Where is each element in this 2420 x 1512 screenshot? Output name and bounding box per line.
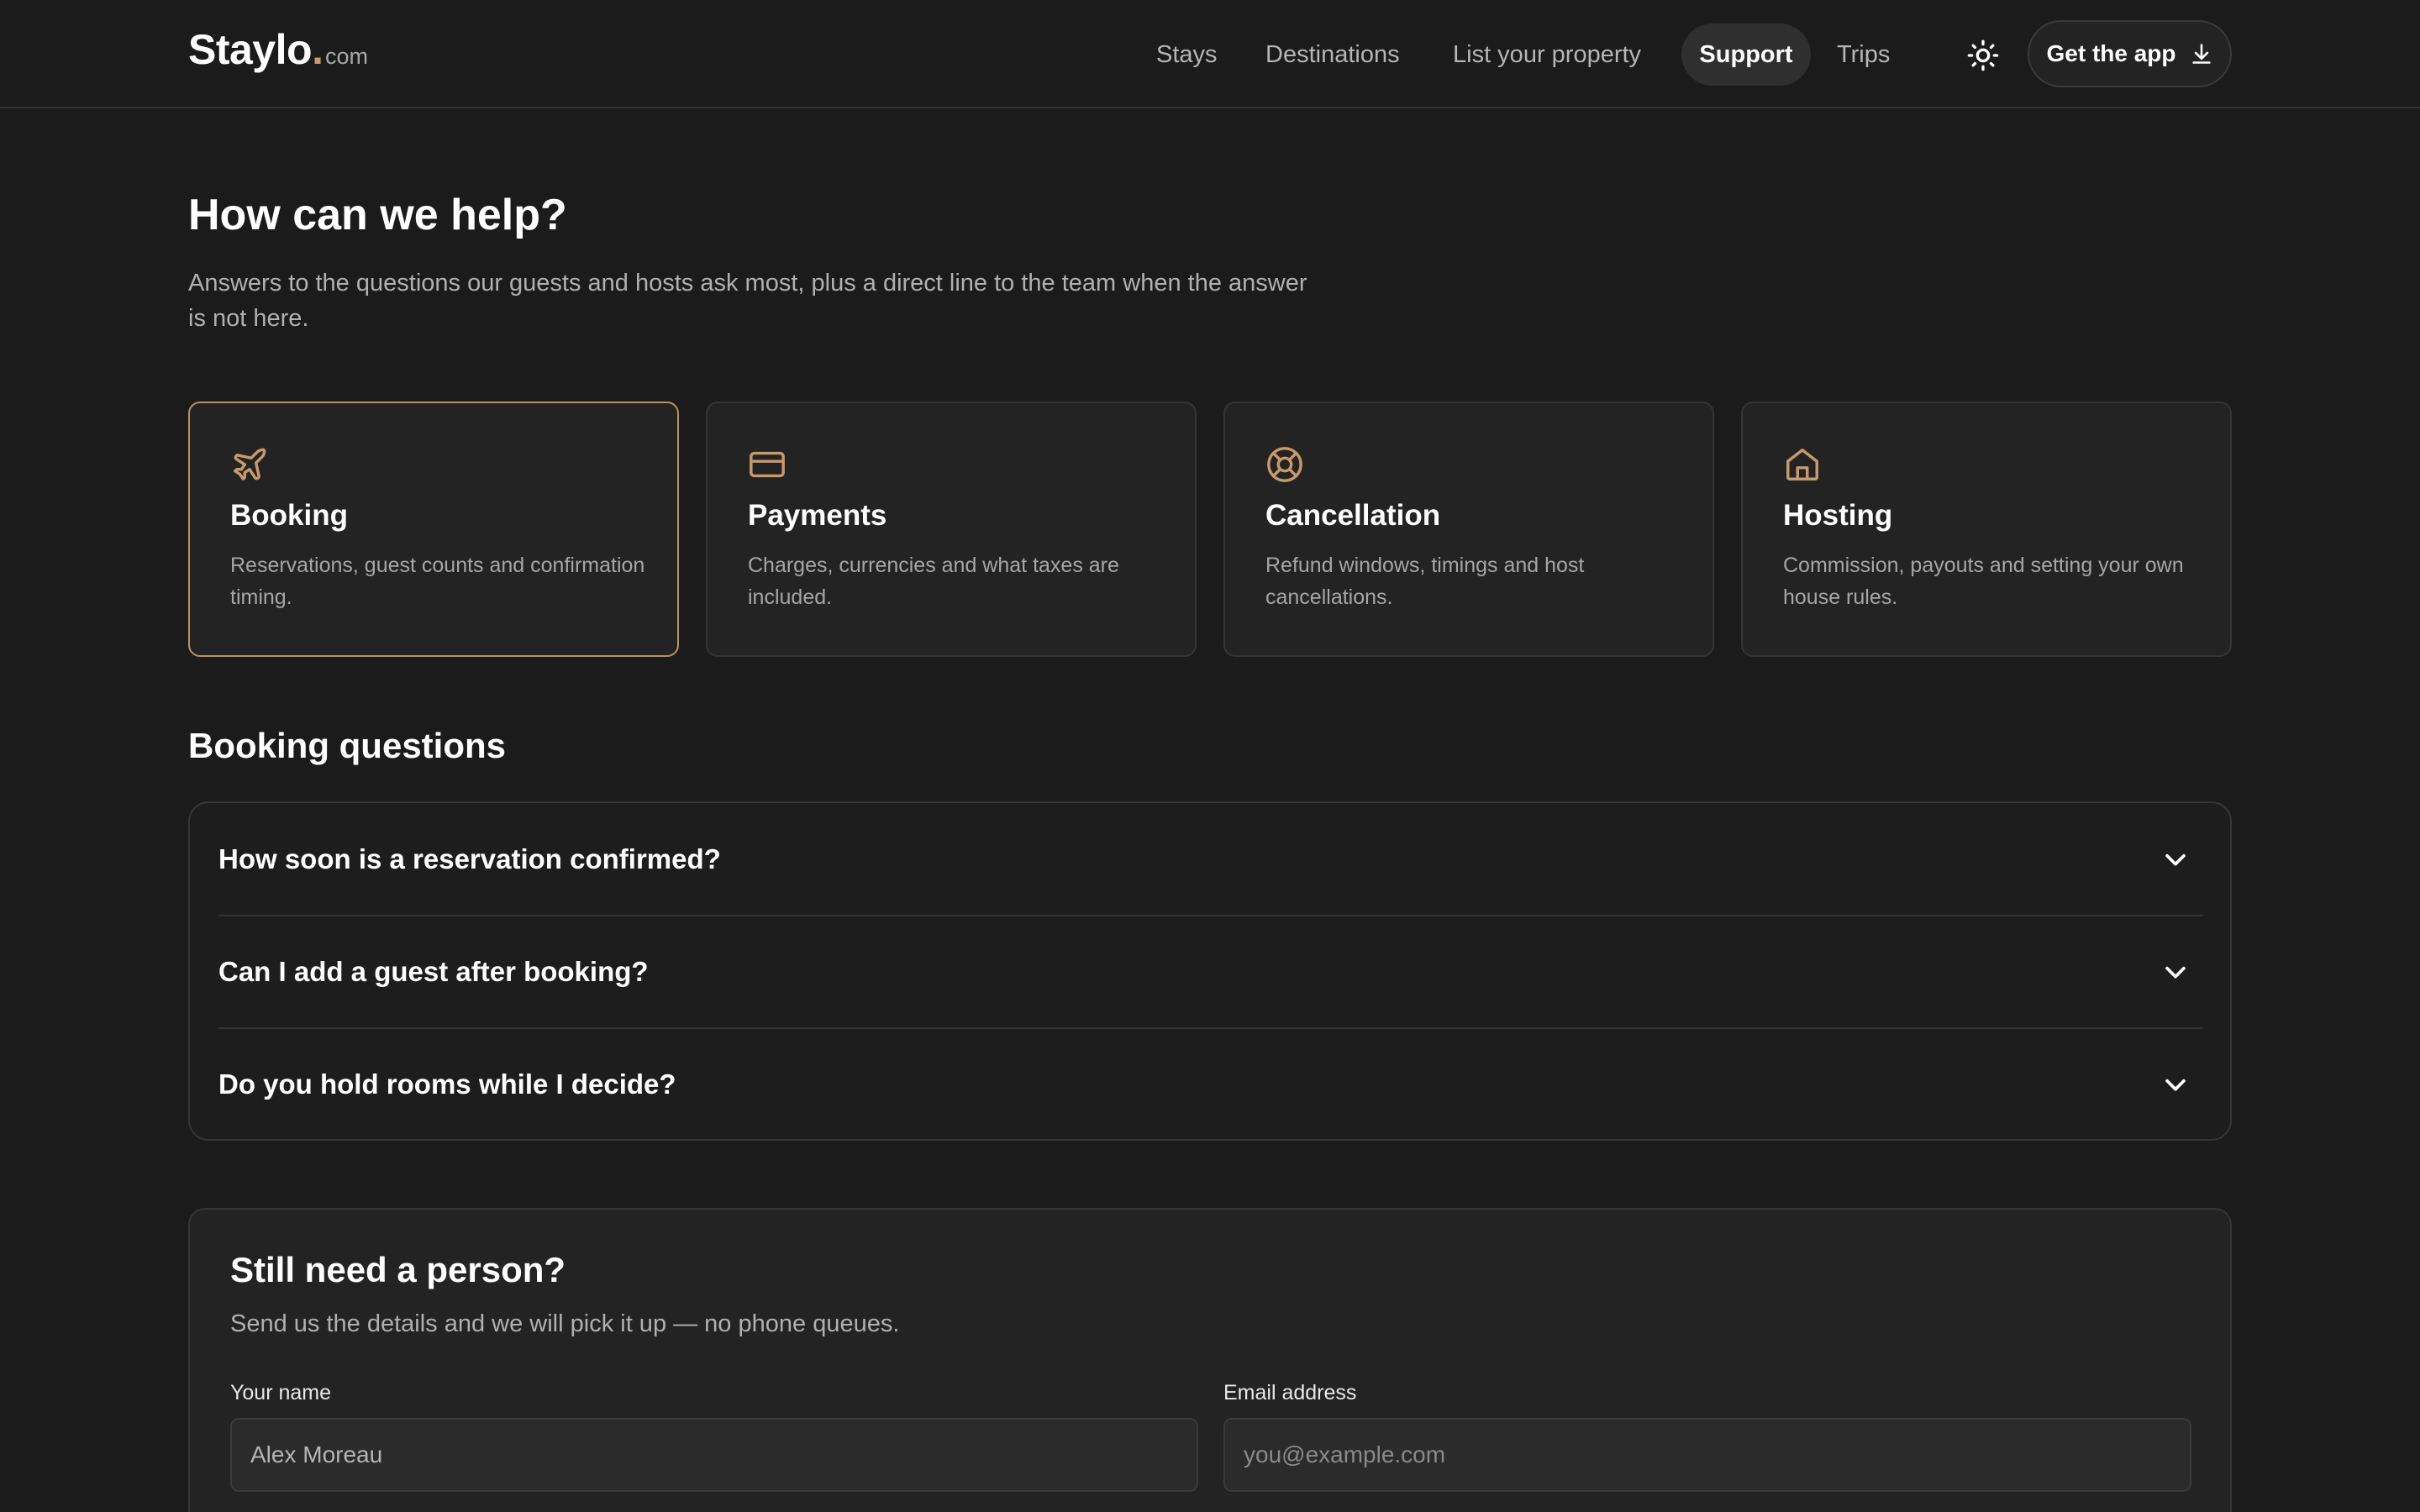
category-title: Cancellation bbox=[1265, 499, 1441, 532]
nav-item-list-your-property[interactable]: List your property bbox=[1453, 24, 1641, 86]
category-card-hosting[interactable]: Hosting Commission, payouts and setting … bbox=[1741, 402, 2232, 657]
category-card-payments[interactable]: Payments Charges, currencies and what ta… bbox=[706, 402, 1197, 657]
faq-accordion: How soon is a reservation confirmed? Can… bbox=[188, 801, 2232, 1141]
faq-question: Can I add a guest after booking? bbox=[218, 956, 649, 987]
category-title: Hosting bbox=[1783, 499, 1893, 532]
nav-item-destinations[interactable]: Destinations bbox=[1265, 24, 1400, 86]
faq-item[interactable]: How soon is a reservation confirmed? bbox=[218, 803, 2203, 916]
email-field-label: Email address bbox=[1223, 1381, 1357, 1404]
faq-item[interactable]: Do you hold rooms while I decide? bbox=[218, 1028, 2203, 1141]
chevron-down-icon bbox=[2165, 853, 2186, 866]
contact-title: Still need a person? bbox=[230, 1250, 566, 1289]
category-description: Charges, currencies and what taxes are i… bbox=[748, 554, 1119, 609]
category-title: Booking bbox=[230, 499, 348, 532]
name-field-label: Your name bbox=[230, 1381, 331, 1404]
faq-item[interactable]: Can I add a guest after booking? bbox=[218, 916, 2203, 1028]
contact-subtitle: Send us the details and we will pick it … bbox=[230, 1310, 900, 1337]
life-buoy-icon bbox=[1267, 447, 1302, 482]
nav-item-stays[interactable]: Stays bbox=[1156, 24, 1218, 86]
theme-toggle-button[interactable] bbox=[1963, 35, 2003, 76]
site-header: Staylo . com Stays Destinations List you… bbox=[0, 0, 2420, 108]
plane-icon bbox=[234, 448, 266, 480]
faq-section-title: Booking questions bbox=[188, 726, 506, 765]
page-subtitle: Answers to the questions our guests and … bbox=[188, 270, 1307, 332]
faq-question: How soon is a reservation confirmed? bbox=[218, 843, 721, 874]
support-page: Staylo . com Stays Destinations List you… bbox=[0, 0, 2420, 1512]
nav-item-support[interactable]: Support bbox=[1681, 24, 1811, 86]
category-card-cancellation[interactable]: Cancellation Refund windows, timings and… bbox=[1223, 402, 1714, 657]
faq-question: Do you hold rooms while I decide? bbox=[218, 1068, 676, 1100]
category-description: Refund windows, timings and host cancell… bbox=[1265, 554, 1585, 609]
chevron-down-icon bbox=[2165, 966, 2186, 979]
logo-dot: . bbox=[312, 26, 324, 73]
name-input[interactable] bbox=[230, 1418, 1198, 1492]
get-the-app-button[interactable]: Get the app bbox=[2028, 20, 2232, 87]
download-icon bbox=[2191, 44, 2211, 64]
credit-card-icon bbox=[750, 451, 785, 478]
nav-item-trips[interactable]: Trips bbox=[1837, 24, 1890, 86]
house-icon bbox=[1786, 449, 1818, 480]
category-description: Commission, payouts and setting your own… bbox=[1783, 554, 2184, 609]
chevron-down-icon bbox=[2165, 1079, 2186, 1091]
category-card-booking[interactable]: Booking Reservations, guest counts and c… bbox=[188, 402, 679, 657]
sun-icon bbox=[1967, 39, 1999, 71]
get-the-app-label: Get the app bbox=[2046, 40, 2176, 66]
page-title: How can we help? bbox=[188, 191, 567, 239]
logo-suffix: com bbox=[324, 44, 368, 69]
logo[interactable]: Staylo . com bbox=[188, 25, 368, 84]
email-input[interactable] bbox=[1223, 1418, 2191, 1492]
logo-wordmark: Staylo bbox=[188, 26, 313, 73]
category-description: Reservations, guest counts and confirmat… bbox=[230, 554, 645, 609]
category-title: Payments bbox=[748, 499, 887, 532]
contact-form-card: Still need a person? Send us the details… bbox=[188, 1208, 2232, 1512]
